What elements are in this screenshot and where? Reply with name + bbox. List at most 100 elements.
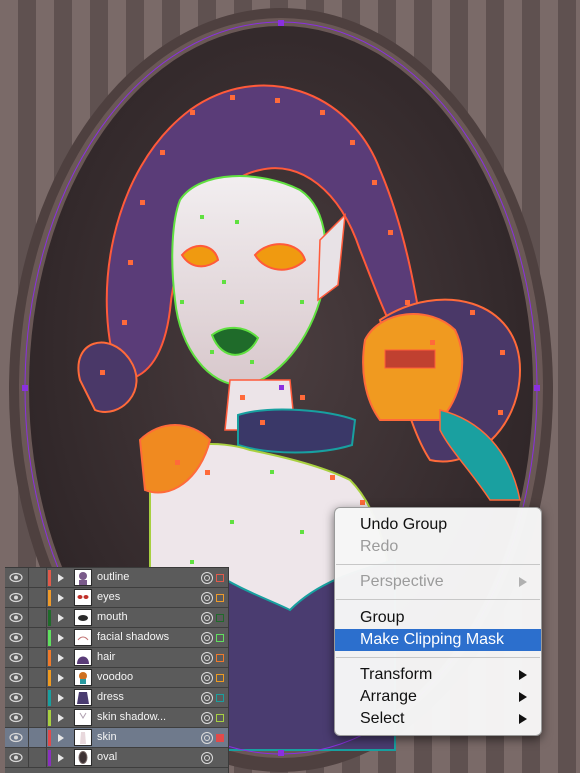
submenu-arrow-icon — [519, 577, 527, 587]
visibility-eye-icon[interactable] — [9, 592, 23, 603]
selection-indicator[interactable] — [216, 614, 224, 622]
visibility-eye-icon[interactable] — [9, 692, 23, 703]
menu-separator — [336, 599, 540, 600]
layer-name: facial shadows — [97, 631, 170, 643]
visibility-eye-icon[interactable] — [9, 752, 23, 763]
layer-name: outline — [97, 571, 130, 583]
selection-indicator[interactable] — [216, 654, 224, 662]
visibility-eye-icon[interactable] — [9, 632, 23, 643]
expand-arrow-icon[interactable] — [58, 734, 64, 742]
menu-item-transform[interactable]: Transform — [335, 664, 541, 686]
layer-row-hair[interactable]: hair — [5, 648, 228, 668]
lock-toggle[interactable] — [29, 728, 46, 748]
layer-color-swatch — [48, 750, 51, 766]
menu-item-undo-group[interactable]: Undo Group — [335, 514, 541, 536]
layer-name: mouth — [97, 611, 128, 623]
layer-thumbnail — [74, 749, 92, 766]
expand-arrow-icon[interactable] — [58, 614, 64, 622]
menu-item-redo: Redo — [360, 538, 399, 555]
expand-arrow-icon[interactable] — [58, 574, 64, 582]
submenu-arrow-icon — [519, 670, 527, 680]
target-circle-icon[interactable] — [201, 592, 213, 604]
context-menu: Undo Group Redo Perspective Group Make C… — [334, 507, 542, 736]
expand-arrow-icon[interactable] — [58, 594, 64, 602]
lock-toggle[interactable] — [29, 748, 46, 768]
selection-indicator[interactable] — [216, 734, 224, 742]
lock-toggle[interactable] — [29, 568, 46, 588]
expand-arrow-icon[interactable] — [58, 694, 64, 702]
menu-item-select[interactable]: Select — [335, 708, 541, 730]
voodoo-teeth — [384, 349, 436, 369]
layer-thumbnail — [74, 629, 92, 646]
layers-panel: outline eyes mouth facial shadows hair v… — [5, 567, 229, 773]
layer-color-swatch — [48, 630, 51, 646]
layer-color-swatch — [48, 690, 51, 706]
expand-arrow-icon[interactable] — [58, 634, 64, 642]
menu-item-perspective: Perspective — [335, 571, 541, 593]
target-circle-icon[interactable] — [201, 672, 213, 684]
lock-toggle[interactable] — [29, 628, 46, 648]
submenu-arrow-icon — [519, 714, 527, 724]
selection-indicator[interactable] — [216, 594, 224, 602]
layer-thumbnail — [74, 609, 92, 626]
target-circle-icon[interactable] — [201, 712, 213, 724]
layer-name: eyes — [97, 591, 121, 603]
layer-thumbnail — [74, 729, 92, 746]
selection-indicator[interactable] — [216, 714, 224, 722]
layer-thumbnail — [74, 589, 92, 606]
layer-thumbnail — [74, 669, 92, 686]
target-circle-icon[interactable] — [201, 692, 213, 704]
submenu-arrow-icon — [519, 692, 527, 702]
target-circle-icon[interactable] — [201, 652, 213, 664]
layer-name: skin shadow... — [97, 711, 167, 723]
lock-toggle[interactable] — [29, 648, 46, 668]
target-circle-icon[interactable] — [201, 632, 213, 644]
visibility-eye-icon[interactable] — [9, 572, 23, 583]
visibility-eye-icon[interactable] — [9, 672, 23, 683]
menu-separator — [336, 657, 540, 658]
lock-toggle[interactable] — [29, 688, 46, 708]
layer-row-outline[interactable]: outline — [5, 568, 228, 588]
layer-thumbnail — [74, 689, 92, 706]
layer-row-dress[interactable]: dress — [5, 688, 228, 708]
expand-arrow-icon[interactable] — [58, 714, 64, 722]
layer-thumbnail — [74, 569, 92, 586]
layer-color-swatch — [48, 570, 51, 586]
visibility-eye-icon[interactable] — [9, 712, 23, 723]
layer-row-skin[interactable]: skin — [5, 728, 228, 748]
layer-row-skin-shadow[interactable]: skin shadow... — [5, 708, 228, 728]
target-circle-icon[interactable] — [201, 732, 213, 744]
layer-color-swatch — [48, 710, 51, 726]
expand-arrow-icon[interactable] — [58, 674, 64, 682]
layer-row-oval[interactable]: oval — [5, 748, 228, 768]
lock-toggle[interactable] — [29, 608, 46, 628]
layer-row-eyes[interactable]: eyes — [5, 588, 228, 608]
visibility-eye-icon[interactable] — [9, 732, 23, 743]
layer-row-facial-shadows[interactable]: facial shadows — [5, 628, 228, 648]
layer-name: dress — [97, 691, 124, 703]
layer-name: skin — [97, 731, 117, 743]
layer-name: voodoo — [97, 671, 134, 683]
target-circle-icon[interactable] — [201, 612, 213, 624]
selection-indicator[interactable] — [216, 674, 224, 682]
layer-row-mouth[interactable]: mouth — [5, 608, 228, 628]
layer-row-voodoo[interactable]: voodoo — [5, 668, 228, 688]
selection-indicator[interactable] — [216, 634, 224, 642]
expand-arrow-icon[interactable] — [58, 654, 64, 662]
target-circle-icon[interactable] — [201, 572, 213, 584]
layer-color-swatch — [48, 650, 51, 666]
lock-toggle[interactable] — [29, 668, 46, 688]
menu-item-make-clipping-mask[interactable]: Make Clipping Mask — [335, 629, 541, 651]
menu-item-group[interactable]: Group — [335, 607, 541, 629]
visibility-eye-icon[interactable] — [9, 652, 23, 663]
lock-toggle[interactable] — [29, 708, 46, 728]
selection-indicator[interactable] — [216, 574, 224, 582]
layer-thumbnail — [74, 649, 92, 666]
lock-toggle[interactable] — [29, 588, 46, 608]
menu-item-arrange[interactable]: Arrange — [335, 686, 541, 708]
layer-name: oval — [97, 751, 118, 763]
visibility-eye-icon[interactable] — [9, 612, 23, 623]
expand-arrow-icon[interactable] — [58, 754, 64, 762]
selection-indicator[interactable] — [216, 694, 224, 702]
target-circle-icon[interactable] — [201, 752, 213, 764]
